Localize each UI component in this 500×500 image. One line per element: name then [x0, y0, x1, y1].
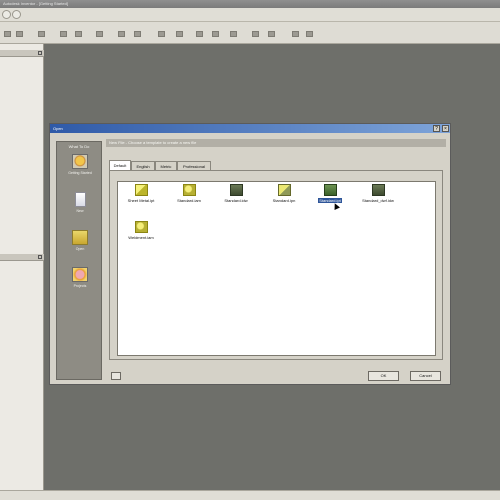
save-tool-icon[interactable]: [38, 31, 45, 37]
tab-default[interactable]: Default: [109, 160, 131, 170]
zoom-tool-icon[interactable]: [196, 31, 203, 37]
open-dialog: Open ? × What To Do Getting Started New …: [49, 123, 451, 385]
file-label: Weldment.iam: [128, 235, 154, 240]
standard-toolbar: [0, 22, 500, 44]
open-folder-icon: [72, 230, 88, 245]
getting-started-label: Getting Started: [68, 171, 92, 175]
projects-icon: [72, 267, 88, 282]
projects-button[interactable]: Projects: [63, 267, 97, 288]
template-file-list: Sheet Metal.ipt Standard.iam Standard.id…: [117, 181, 436, 356]
file-label: Standard.ipn: [272, 198, 296, 203]
getting-started-icon: [72, 154, 88, 169]
tab-professional[interactable]: Professional: [177, 161, 211, 170]
zoom-all-tool-icon[interactable]: [158, 31, 165, 37]
what-to-do-panel: What To Do Getting Started New Open Proj…: [56, 141, 102, 380]
part-file-icon: [323, 184, 337, 196]
file-label: Standard.iam: [177, 198, 201, 203]
new-label: New: [76, 209, 84, 213]
dialog-title-bar: Open ? ×: [50, 124, 450, 133]
tab-metric[interactable]: Metric: [155, 161, 177, 170]
file-label: Standard.idw: [224, 198, 248, 203]
close-button[interactable]: ×: [442, 125, 449, 132]
close-icon[interactable]: [38, 255, 42, 259]
presentation-file-icon: [277, 184, 291, 196]
dwf-drawing-file-icon: [371, 184, 385, 196]
undo-tool-icon[interactable]: [60, 31, 67, 37]
menu-icon[interactable]: [2, 10, 11, 19]
file-standard-dwf-idw[interactable]: Standard_dwf.idw: [355, 184, 401, 203]
file-sheet-metal-ipt[interactable]: Sheet Metal.ipt: [121, 184, 161, 203]
return-tool-icon[interactable]: [118, 31, 125, 37]
dialog-title: Open: [53, 126, 63, 131]
template-panel: Sheet Metal.ipt Standard.iam Standard.id…: [109, 170, 443, 360]
zoom-selected-tool-icon[interactable]: [230, 31, 237, 37]
pan-tool-icon[interactable]: [212, 31, 219, 37]
select-tool-icon[interactable]: [96, 31, 103, 37]
display-mode-tool-icon[interactable]: [292, 31, 299, 37]
look-at-tool-icon[interactable]: [268, 31, 275, 37]
help-menu-icon[interactable]: [12, 10, 21, 19]
file-standard-iam[interactable]: Standard.iam: [169, 184, 209, 203]
camera-tool-icon[interactable]: [306, 31, 313, 37]
open-button[interactable]: Open: [63, 230, 97, 251]
file-standard-idw[interactable]: Standard.idw: [216, 184, 256, 203]
file-weldment-iam[interactable]: Weldment.iam: [121, 221, 161, 240]
status-bar: [0, 490, 500, 500]
new-tool-icon[interactable]: [4, 31, 11, 37]
mouse-cursor-icon: [332, 202, 340, 210]
zoom-window-tool-icon[interactable]: [176, 31, 183, 37]
browser-header: [0, 254, 44, 261]
rotate-tool-icon[interactable]: [252, 31, 259, 37]
open-label: Open: [75, 247, 85, 251]
tab-english[interactable]: English: [131, 161, 155, 170]
new-button[interactable]: New: [63, 192, 97, 213]
drawing-file-icon: [229, 184, 243, 196]
open-tool-icon[interactable]: [16, 31, 23, 37]
assembly-file-icon: [182, 184, 196, 196]
sheet-metal-part-icon: [134, 184, 148, 196]
new-file-icon: [74, 192, 86, 207]
new-file-caption: New File - Choose a template to create a…: [106, 139, 446, 147]
getting-started-button[interactable]: Getting Started: [63, 154, 97, 175]
ok-button[interactable]: OK: [368, 371, 399, 381]
file-standard-ipt[interactable]: Standard.ipt: [310, 184, 350, 203]
file-label: Standard.ipt: [318, 198, 342, 203]
file-label: Sheet Metal.ipt: [127, 198, 155, 203]
file-standard-ipn[interactable]: Standard.ipn: [264, 184, 304, 203]
help-button[interactable]: ?: [433, 125, 440, 132]
panel-bar-header: [0, 50, 44, 57]
update-tool-icon[interactable]: [134, 31, 141, 37]
projects-label: Projects: [73, 284, 87, 288]
close-icon[interactable]: [38, 51, 42, 55]
redo-tool-icon[interactable]: [75, 31, 82, 37]
cancel-button[interactable]: Cancel: [410, 371, 441, 381]
what-to-do-caption: What To Do: [68, 144, 90, 149]
menu-bar: [0, 8, 500, 22]
more-options-button[interactable]: [111, 372, 121, 380]
app-title-bar: Autodesk Inventor - [Getting Started]: [0, 0, 500, 8]
browser-panel: [0, 44, 44, 490]
file-label: Standard_dwf.idw: [362, 198, 394, 203]
weldment-file-icon: [134, 221, 148, 233]
